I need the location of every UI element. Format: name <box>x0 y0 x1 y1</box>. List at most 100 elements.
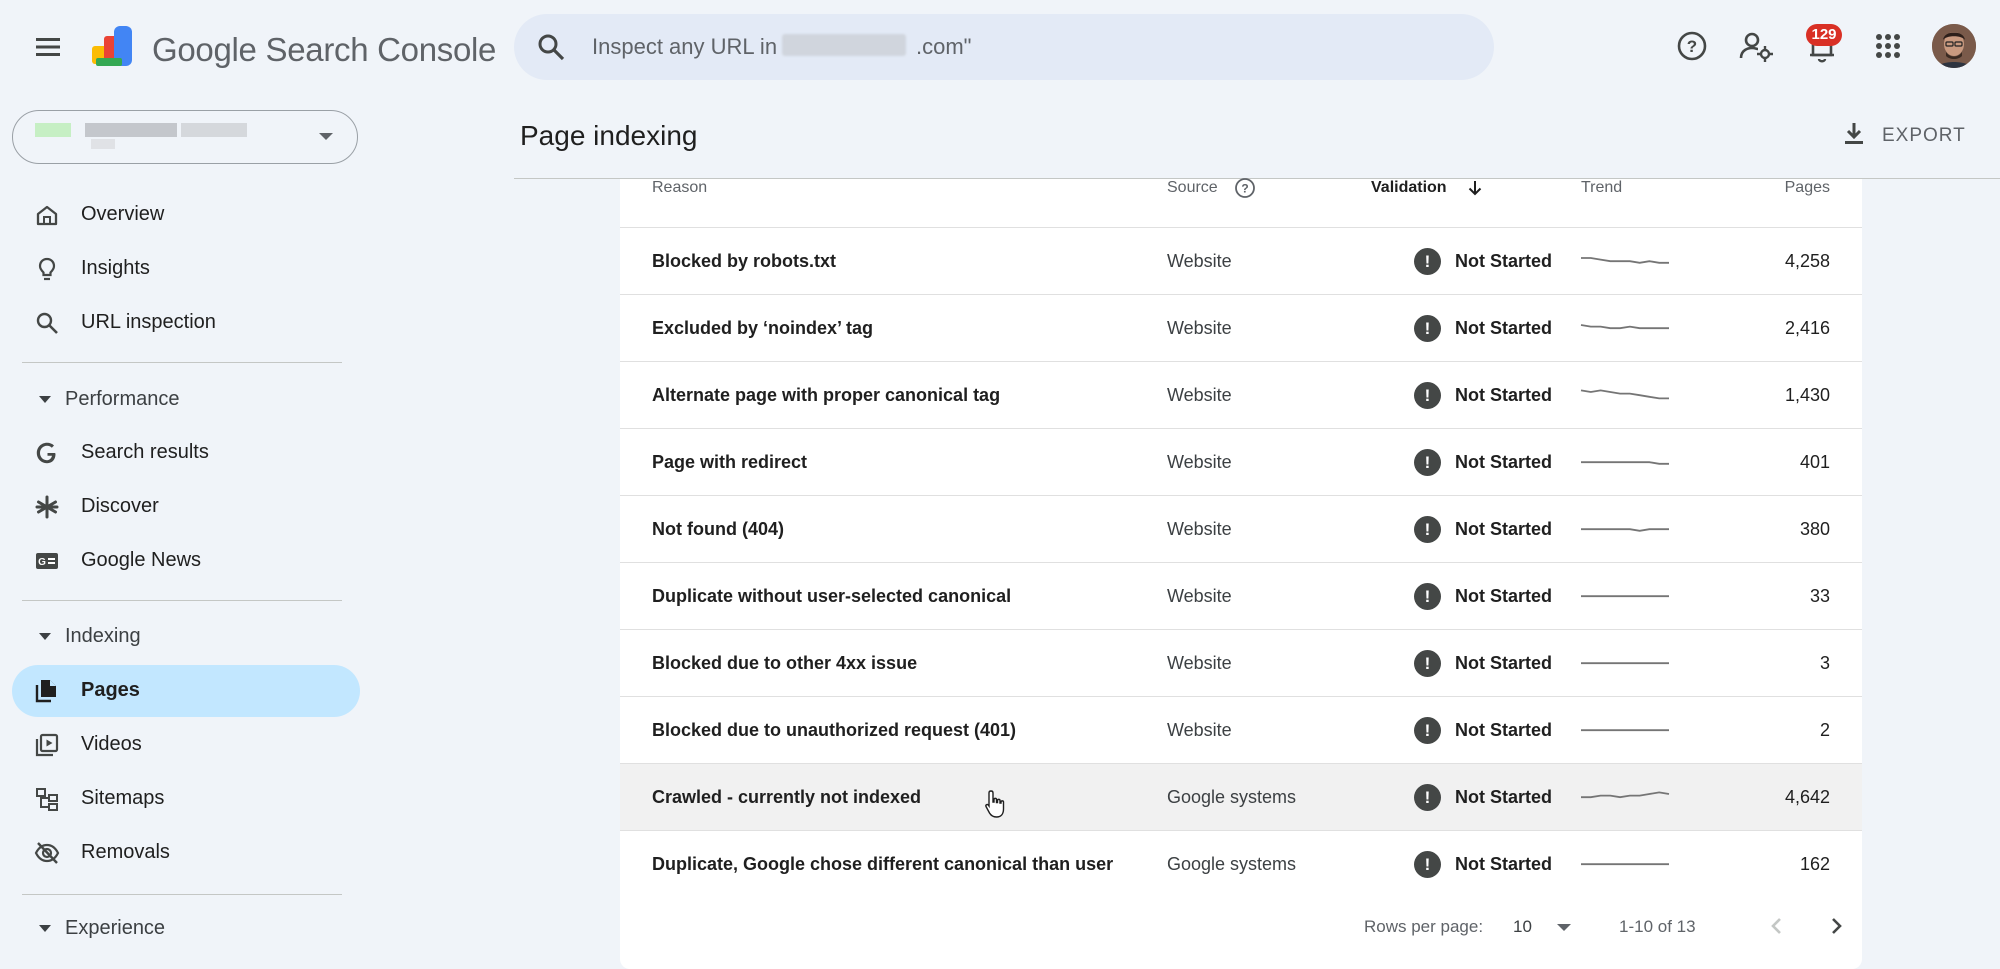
chevron-down-icon <box>1557 924 1571 931</box>
sidebar-item-insights[interactable]: Insights <box>12 243 360 295</box>
sidebar-item-label: Insights <box>81 257 150 279</box>
trend-sparkline <box>1581 595 1669 598</box>
avatar[interactable] <box>1932 24 1976 68</box>
sidebar-item-label: Videos <box>81 733 142 755</box>
avatar-photo <box>1932 24 1976 68</box>
sitemap-icon <box>36 788 58 811</box>
pages-icon <box>35 680 56 703</box>
column-header-label: Pages <box>1784 179 1830 196</box>
search-icon <box>36 312 58 334</box>
previous-page-icon[interactable] <box>1757 906 1797 946</box>
validation-status: Not Started <box>1455 720 1553 740</box>
asterisk-icon <box>35 495 59 519</box>
export-button[interactable]: EXPORT <box>1836 116 1982 156</box>
pages-count: 1,430 <box>1784 385 1830 405</box>
search-placeholder-end: .com" <box>915 34 972 59</box>
property-selector[interactable] <box>12 110 358 164</box>
error-status-icon: ! <box>1414 516 1441 543</box>
source-cell: Website <box>1167 586 1232 606</box>
rows-per-page-select[interactable]: 10 <box>1513 914 1583 940</box>
table-row[interactable]: Blocked due to other 4xx issue Website! No… <box>620 629 1862 697</box>
pagination-range: 1-10 of 13 <box>1619 917 1696 936</box>
redacted-property-name <box>85 123 177 137</box>
redacted-property-subtext <box>91 139 115 149</box>
help-outline-icon[interactable]: ? <box>1233 176 1257 200</box>
validation-status: Not Started <box>1455 787 1553 807</box>
sidebar-item-removals[interactable]: Removals <box>12 827 360 879</box>
validation-status: Not Started <box>1455 519 1553 539</box>
sidebar-item-search-results[interactable]: Search results <box>12 427 360 479</box>
reason-cell: Crawled - currently not indexed <box>652 787 922 807</box>
table-row[interactable]: Page with redirect Website! Not Started 401 <box>620 428 1862 496</box>
sidebar-item-overview[interactable]: Overview <box>12 189 360 241</box>
download-icon <box>1845 123 1863 144</box>
rows-per-page-value: 10 <box>1513 917 1532 936</box>
column-header-pages[interactable]: Pages <box>1782 179 1830 227</box>
source-cell: Website <box>1167 251 1232 271</box>
help-icon[interactable]: ? <box>1672 26 1712 66</box>
sidebar-item-pages[interactable]: Pages <box>12 665 360 717</box>
svg-text:?: ? <box>1241 182 1248 196</box>
sidebar-item-discover[interactable]: Discover <box>12 481 360 533</box>
trend-sparkline <box>1580 389 1669 400</box>
reason-cell: Page with redirect <box>652 452 808 472</box>
search-icon <box>538 34 565 61</box>
table-row[interactable]: Alternate page with proper canonical tag… <box>620 361 1862 429</box>
column-header-source[interactable]: Source ? <box>1167 176 1267 227</box>
reason-cell: Excluded by ‘noindex’ tag <box>652 318 874 338</box>
caret-down-icon <box>39 925 51 932</box>
source-cell: Google systems <box>1167 854 1297 874</box>
table-row[interactable]: Blocked due to unauthorized request (401… <box>620 696 1862 764</box>
table-row[interactable]: Duplicate, Google chose different canoni… <box>620 830 1862 898</box>
column-header-label: Source <box>1167 179 1218 196</box>
trend-line <box>1581 257 1669 264</box>
apps-icon[interactable] <box>1868 26 1908 66</box>
table-row[interactable]: Blocked by robots.txt Website! Not Started… <box>620 227 1862 295</box>
search-input[interactable]: Inspect any URL in " .com" <box>592 14 1472 80</box>
table-row[interactable]: Not found (404) Website! Not Started 380 <box>620 495 1862 563</box>
trend-line <box>1580 389 1669 400</box>
column-header-validation[interactable]: Validation <box>1371 179 1501 227</box>
sidebar-item-label: Removals <box>81 841 170 863</box>
property-favicon <box>35 123 71 137</box>
sidebar-section-label: Experience <box>65 917 166 939</box>
validation-status: Not Started <box>1455 653 1553 673</box>
validation-status: Not Started <box>1455 854 1553 874</box>
error-status-icon: ! <box>1414 583 1441 610</box>
sidebar-item-label: Search results <box>81 441 209 463</box>
sidebar-item-videos[interactable]: Videos <box>12 719 360 771</box>
sidebar-item-label: URL inspection <box>81 311 216 333</box>
sidebar-item-label: Sitemaps <box>81 787 165 809</box>
arrow-down-icon <box>1468 181 1482 196</box>
app-title-google: Google <box>152 31 257 68</box>
trend-sparkline <box>1580 324 1669 330</box>
table-row[interactable]: Crawled - currently not indexed Google sy… <box>620 763 1862 831</box>
validation-status: Not Started <box>1455 385 1553 405</box>
table-row[interactable]: Excluded by ‘noindex’ tag Website! Not Sta… <box>620 294 1862 362</box>
app-title: Google Search Console <box>152 31 496 69</box>
manage-users-icon[interactable] <box>1736 26 1776 66</box>
rows-per-page-label: Rows per page: <box>1364 917 1484 936</box>
google-g-icon <box>36 442 56 464</box>
pages-count: 33 <box>1809 586 1830 606</box>
error-status-icon: ! <box>1414 784 1441 811</box>
source-cell: Website <box>1167 385 1232 405</box>
validation-status: Not Started <box>1455 318 1553 338</box>
trend-line <box>1580 324 1669 330</box>
menu-icon[interactable] <box>28 30 68 64</box>
sidebar-item-label: Pages <box>81 679 140 701</box>
sidebar-section-performance[interactable]: Performance <box>22 380 352 420</box>
table-row[interactable]: Duplicate without user-selected canonica… <box>620 562 1862 630</box>
sidebar-section-experience[interactable]: Experience <box>22 909 352 949</box>
url-inspection-search[interactable]: Inspect any URL in " .com" <box>514 14 1494 80</box>
sidebar-item-url-inspection[interactable]: URL inspection <box>12 297 360 349</box>
reason-cell: Blocked due to other 4xx issue <box>652 653 918 673</box>
sidebar-item-google-news[interactable]: G Google News <box>12 535 360 587</box>
sidebar-item-sitemaps[interactable]: Sitemaps <box>12 773 360 825</box>
sidebar-section-indexing[interactable]: Indexing <box>22 617 352 657</box>
video-library-icon <box>35 733 59 757</box>
validation-status: Not Started <box>1455 586 1553 606</box>
next-page-icon[interactable] <box>1816 906 1856 946</box>
reason-cell: Alternate page with proper canonical tag <box>652 385 1001 405</box>
source-cell: Website <box>1167 452 1232 472</box>
